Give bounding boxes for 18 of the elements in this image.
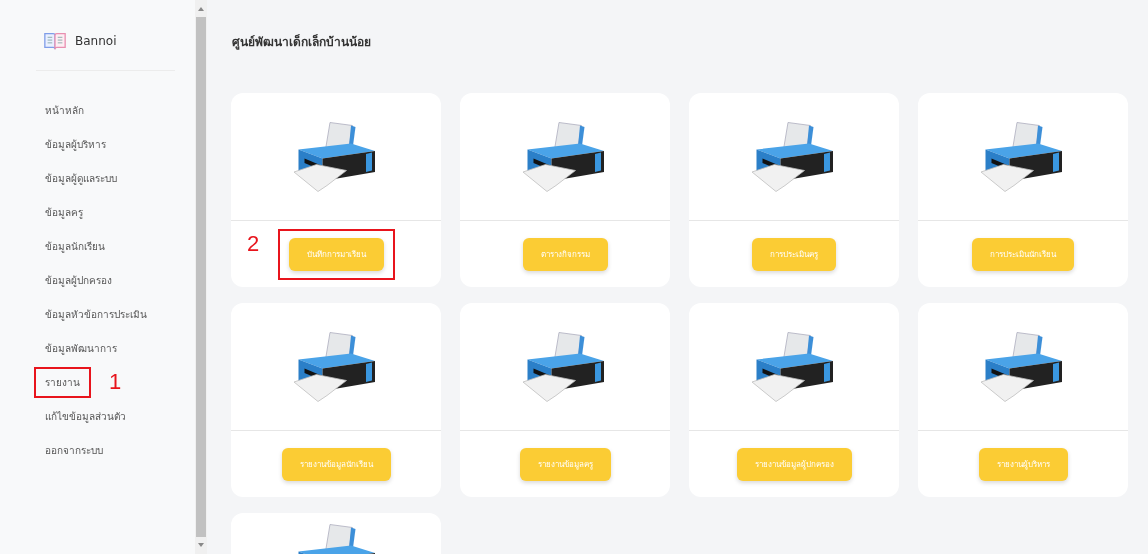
brand-name: Bannoi xyxy=(75,34,117,48)
menu-item[interactable]: หน้าหลัก xyxy=(45,102,84,118)
menu-item[interactable]: ข้อมูลผู้ดูแลระบบ xyxy=(45,170,117,186)
menu-item[interactable]: ข้อมูลหัวข้อการประเมิน xyxy=(45,306,147,322)
page-title: ศูนย์พัฒนาเด็กเล็กบ้านน้อย xyxy=(232,33,372,51)
menu-item[interactable]: ข้อมูลครู xyxy=(45,204,83,220)
menu-item[interactable]: ข้อมูลนักเรียน xyxy=(45,238,105,254)
menu-item[interactable]: ออกจากระบบ xyxy=(45,442,103,458)
menu-item[interactable]: ข้อมูลผู้ปกครอง xyxy=(45,272,112,288)
menu-item[interactable]: ข้อมูลพัฒนาการ xyxy=(45,340,117,356)
scrollbar-thumb[interactable] xyxy=(196,17,206,537)
scrollbar[interactable] xyxy=(195,0,207,554)
book-icon xyxy=(43,30,67,52)
menu-item[interactable]: แก้ไขข้อมูลส่วนตัว xyxy=(45,408,126,424)
callout-number: 1 xyxy=(109,371,122,393)
menu-item[interactable]: รายงาน xyxy=(45,376,80,388)
menu-item[interactable]: ข้อมูลผู้บริหาร xyxy=(45,136,106,152)
callout-number: 2 xyxy=(247,233,260,255)
